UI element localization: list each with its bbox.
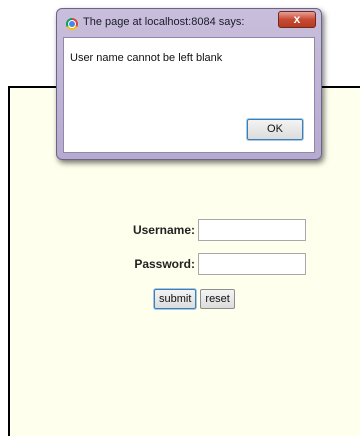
password-label: Password: <box>134 257 195 271</box>
password-input[interactable] <box>198 253 306 275</box>
page: Username: Password: submit reset The pag… <box>0 0 360 436</box>
submit-button[interactable]: submit <box>154 289 197 309</box>
username-input[interactable] <box>198 219 306 241</box>
password-row: Password: <box>115 253 306 275</box>
close-icon: x <box>293 12 301 26</box>
close-button[interactable]: x <box>278 11 316 28</box>
username-label: Username: <box>132 223 195 237</box>
ok-button[interactable]: OK <box>247 119 303 140</box>
chrome-icon <box>66 18 78 30</box>
alert-dialog: The page at localhost:8084 says: x User … <box>56 8 322 160</box>
dialog-title: The page at localhost:8084 says: <box>83 16 245 28</box>
dialog-body: User name cannot be left blank OK <box>63 37 315 153</box>
form-buttons: submit reset <box>154 289 235 309</box>
username-row: Username: <box>115 219 306 241</box>
reset-button[interactable]: reset <box>200 289 235 309</box>
dialog-message: User name cannot be left blank <box>70 52 223 64</box>
dialog-titlebar: The page at localhost:8084 says: x <box>57 9 321 37</box>
